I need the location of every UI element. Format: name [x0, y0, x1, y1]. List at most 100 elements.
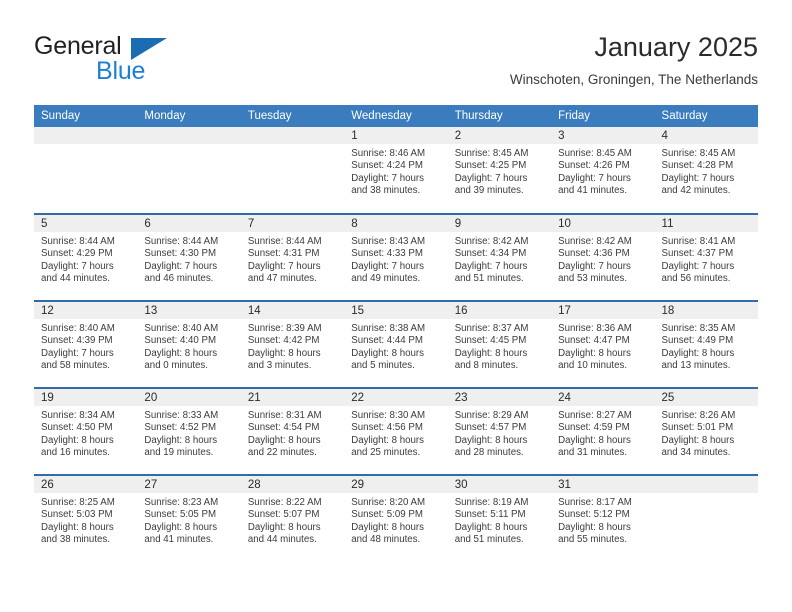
- day-cell[interactable]: 9 Sunrise: 8:42 AM Sunset: 4:34 PM Daylight…: [447, 213, 552, 301]
- day-details: Sunrise: 8:44 AM Sunset: 4:31 PM Daylight:…: [241, 232, 344, 286]
- day-cell-empty: [137, 127, 241, 214]
- sunrise-text: Sunrise: 8:41 AM: [661, 236, 736, 247]
- day-cell[interactable]: 8 Sunrise: 8:43 AM Sunset: 4:33 PM Daylight…: [344, 213, 448, 301]
- calendar-body: 1 Sunrise: 8:46 AM Sunset: 4:24 PM Daylight…: [34, 127, 758, 562]
- day-number: 14: [240, 302, 345, 319]
- daylight-text-line1: Daylight: 7 hours: [558, 172, 631, 184]
- day-number: 11: [654, 215, 758, 232]
- sunset-text: Sunset: 5:01 PM: [661, 422, 734, 434]
- calendar-week-row: 5 Sunrise: 8:44 AM Sunset: 4:29 PM Daylight…: [34, 213, 758, 301]
- day-details: Sunrise: 8:44 AM Sunset: 4:29 PM Daylight:…: [34, 232, 137, 286]
- day-cell[interactable]: 7 Sunrise: 8:44 AM Sunset: 4:31 PM Daylight…: [240, 213, 345, 301]
- daylight-text-line1: Daylight: 7 hours: [351, 172, 424, 184]
- day-cell[interactable]: 14 Sunrise: 8:39 AM Sunset: 4:42 PM Dayligh…: [240, 300, 345, 388]
- daylight-text-line2: and 5 minutes.: [351, 360, 415, 372]
- calendar-week-row: 1 Sunrise: 8:46 AM Sunset: 4:24 PM Daylight…: [34, 127, 758, 214]
- day-number: 9: [447, 215, 552, 232]
- day-cell[interactable]: 11 Sunrise: 8:41 AM Sunset: 4:37 PM Dayligh…: [654, 213, 758, 301]
- daylight-text-line1: Daylight: 8 hours: [558, 434, 631, 446]
- sunset-text: Sunset: 4:28 PM: [661, 160, 734, 172]
- title-block: January 2025 Winschoten, Groningen, The …: [510, 30, 758, 90]
- day-cell[interactable]: 18 Sunrise: 8:35 AM Sunset: 4:49 PM Dayligh…: [654, 300, 758, 388]
- day-number: [137, 127, 241, 144]
- sunrise-text: Sunrise: 8:45 AM: [661, 148, 736, 159]
- day-cell[interactable]: 13 Sunrise: 8:40 AM Sunset: 4:40 PM Dayligh…: [137, 300, 241, 388]
- day-cell[interactable]: 26 Sunrise: 8:25 AM Sunset: 5:03 PM Dayligh…: [34, 474, 138, 562]
- day-cell[interactable]: 2 Sunrise: 8:45 AM Sunset: 4:25 PM Daylight…: [447, 127, 552, 214]
- sunrise-text: Sunrise: 8:17 AM: [558, 497, 632, 508]
- day-cell[interactable]: 15 Sunrise: 8:38 AM Sunset: 4:44 PM Dayligh…: [344, 300, 448, 388]
- day-cell[interactable]: 31 Sunrise: 8:17 AM Sunset: 5:12 PM Dayligh…: [551, 474, 655, 562]
- daylight-text-line1: Daylight: 8 hours: [558, 347, 631, 359]
- day-cell[interactable]: 27 Sunrise: 8:23 AM Sunset: 5:05 PM Dayligh…: [137, 474, 241, 562]
- sunset-text: Sunset: 4:33 PM: [351, 248, 423, 260]
- day-cell[interactable]: 24 Sunrise: 8:27 AM Sunset: 4:59 PM Dayligh…: [551, 387, 655, 475]
- day-cell[interactable]: 12 Sunrise: 8:40 AM Sunset: 4:39 PM Dayligh…: [34, 300, 138, 388]
- sunset-text: Sunset: 4:37 PM: [661, 248, 734, 260]
- page-title: January 2025: [594, 32, 758, 62]
- day-number: 8: [344, 215, 448, 232]
- day-cell[interactable]: 29 Sunrise: 8:20 AM Sunset: 5:09 PM Dayligh…: [344, 474, 448, 562]
- sunrise-text: Sunrise: 8:29 AM: [454, 410, 529, 421]
- daylight-text-line2: and 44 minutes.: [41, 273, 110, 285]
- sunrise-text: Sunrise: 8:36 AM: [558, 323, 632, 334]
- sunset-text: Sunset: 4:49 PM: [661, 335, 734, 347]
- day-details: Sunrise: 8:31 AM Sunset: 4:54 PM Daylight:…: [241, 406, 344, 460]
- day-details: Sunrise: 8:45 AM Sunset: 4:28 PM Daylight:…: [655, 144, 758, 198]
- day-number: [654, 476, 758, 493]
- brand-logo[interactable]: General Blue: [34, 32, 254, 92]
- day-cell[interactable]: 21 Sunrise: 8:31 AM Sunset: 4:54 PM Dayligh…: [240, 387, 345, 475]
- daylight-text-line2: and 25 minutes.: [351, 447, 421, 459]
- sunset-text: Sunset: 4:59 PM: [558, 422, 630, 434]
- page-subtitle: Winschoten, Groningen, The Netherlands: [509, 72, 758, 87]
- sunset-text: Sunset: 4:31 PM: [247, 248, 320, 260]
- day-cell[interactable]: 4 Sunrise: 8:45 AM Sunset: 4:28 PM Daylight…: [654, 127, 758, 214]
- day-details: Sunrise: 8:42 AM Sunset: 4:36 PM Daylight:…: [551, 232, 654, 286]
- day-cell[interactable]: 19 Sunrise: 8:34 AM Sunset: 4:50 PM Dayligh…: [34, 387, 138, 475]
- daylight-text-line2: and 19 minutes.: [144, 447, 214, 459]
- day-cell[interactable]: 20 Sunrise: 8:33 AM Sunset: 4:52 PM Dayligh…: [137, 387, 241, 475]
- daylight-text-line2: and 16 minutes.: [41, 447, 110, 459]
- day-details: Sunrise: 8:29 AM Sunset: 4:57 PM Daylight:…: [448, 406, 551, 460]
- sunrise-text: Sunrise: 8:34 AM: [41, 410, 115, 421]
- day-details: Sunrise: 8:17 AM Sunset: 5:12 PM Daylight:…: [551, 493, 654, 547]
- day-cell[interactable]: 16 Sunrise: 8:37 AM Sunset: 4:45 PM Dayligh…: [447, 300, 552, 388]
- day-cell[interactable]: 25 Sunrise: 8:26 AM Sunset: 5:01 PM Dayligh…: [654, 387, 758, 475]
- sunset-text: Sunset: 4:44 PM: [351, 335, 423, 347]
- day-number: [34, 127, 138, 144]
- weekday-header-wednesday: Wednesday: [344, 105, 448, 127]
- day-number: 4: [654, 127, 758, 144]
- daylight-text-line1: Daylight: 8 hours: [247, 347, 321, 359]
- daylight-text-line2: and 41 minutes.: [558, 185, 628, 197]
- sunset-text: Sunset: 4:40 PM: [144, 335, 217, 347]
- sunrise-text: Sunrise: 8:25 AM: [41, 497, 115, 508]
- day-cell-empty: [240, 127, 345, 214]
- day-cell[interactable]: 6 Sunrise: 8:44 AM Sunset: 4:30 PM Daylight…: [137, 213, 241, 301]
- daylight-text-line1: Daylight: 7 hours: [454, 260, 528, 272]
- day-cell[interactable]: 30 Sunrise: 8:19 AM Sunset: 5:11 PM Dayligh…: [447, 474, 552, 562]
- sunrise-text: Sunrise: 8:26 AM: [661, 410, 736, 421]
- day-cell[interactable]: 22 Sunrise: 8:30 AM Sunset: 4:56 PM Dayligh…: [344, 387, 448, 475]
- day-cell[interactable]: 3 Sunrise: 8:45 AM Sunset: 4:26 PM Daylight…: [551, 127, 655, 214]
- sunrise-text: Sunrise: 8:42 AM: [558, 236, 632, 247]
- daylight-text-line2: and 28 minutes.: [454, 447, 524, 459]
- day-cell[interactable]: 17 Sunrise: 8:36 AM Sunset: 4:47 PM Dayligh…: [551, 300, 655, 388]
- day-number: 24: [551, 389, 655, 406]
- daylight-text-line2: and 0 minutes.: [144, 360, 208, 372]
- sunset-text: Sunset: 4:54 PM: [247, 422, 320, 434]
- sunrise-text: Sunrise: 8:39 AM: [247, 323, 322, 334]
- day-number: 26: [34, 476, 138, 493]
- day-cell[interactable]: 5 Sunrise: 8:44 AM Sunset: 4:29 PM Daylight…: [34, 213, 138, 301]
- day-cell[interactable]: 23 Sunrise: 8:29 AM Sunset: 4:57 PM Dayligh…: [447, 387, 552, 475]
- day-number: 20: [137, 389, 241, 406]
- sunrise-text: Sunrise: 8:44 AM: [41, 236, 115, 247]
- day-cell[interactable]: 10 Sunrise: 8:42 AM Sunset: 4:36 PM Dayligh…: [551, 213, 655, 301]
- daylight-text-line1: Daylight: 7 hours: [41, 260, 114, 272]
- day-cell[interactable]: 1 Sunrise: 8:46 AM Sunset: 4:24 PM Daylight…: [344, 127, 448, 214]
- brand-name-blue: Blue: [96, 57, 146, 85]
- sunset-text: Sunset: 4:34 PM: [454, 248, 527, 260]
- day-number: 10: [551, 215, 655, 232]
- day-cell[interactable]: 28 Sunrise: 8:22 AM Sunset: 5:07 PM Dayligh…: [240, 474, 345, 562]
- day-number: 16: [447, 302, 552, 319]
- day-details: Sunrise: 8:22 AM Sunset: 5:07 PM Daylight:…: [241, 493, 344, 547]
